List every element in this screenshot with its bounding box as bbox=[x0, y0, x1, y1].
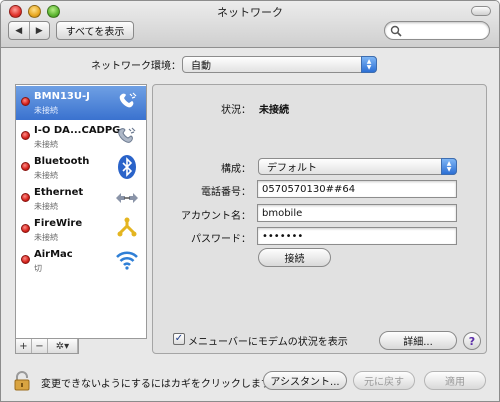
status-label: 状況： bbox=[221, 105, 251, 116]
lock-icon[interactable] bbox=[13, 371, 31, 391]
account-label: アカウント名： bbox=[181, 211, 251, 222]
revert-button[interactable]: 元に戻す bbox=[353, 371, 415, 390]
password-field[interactable]: ••••••• bbox=[257, 227, 457, 245]
status-value: 未接続 bbox=[259, 105, 289, 116]
service-list-controls: + − ✲▾ bbox=[15, 339, 79, 354]
menubar-status-label: メニューバーにモデムの状況を表示 bbox=[188, 337, 348, 348]
apply-button[interactable]: 適用 bbox=[424, 371, 486, 390]
service-name: AirMac bbox=[34, 249, 73, 260]
account-name-field[interactable]: bmobile bbox=[257, 204, 457, 222]
network-preferences-window: ネットワーク ◀ ▶ すべてを表示 ネットワーク環境： 自動 ▲ ▼ BMN13U… bbox=[0, 0, 500, 402]
service-name: I-O DA...CADPG bbox=[34, 125, 121, 136]
status-red-dot bbox=[21, 131, 30, 140]
phone-number-field[interactable]: 0570570130##64 bbox=[257, 180, 457, 198]
service-item-io-data[interactable]: I-O DA...CADPG 未接続 bbox=[16, 120, 146, 154]
service-item-bmn13u-j[interactable]: BMN13U-J 未接続 bbox=[16, 86, 146, 120]
bluetooth-icon bbox=[118, 155, 136, 179]
service-name: BMN13U-J bbox=[34, 91, 90, 102]
config-value: デフォルト bbox=[267, 163, 317, 174]
remove-service-button[interactable]: − bbox=[32, 339, 48, 353]
toolbar-toggle-button[interactable] bbox=[471, 6, 491, 16]
firewire-icon bbox=[117, 217, 137, 237]
help-button[interactable]: ? bbox=[463, 332, 481, 350]
service-name: FireWire bbox=[34, 218, 83, 229]
config-popup[interactable]: デフォルト ▲ ▼ bbox=[258, 158, 457, 175]
menubar-status-checkbox[interactable]: ✓ bbox=[173, 333, 185, 345]
location-label: ネットワーク環境： bbox=[91, 61, 181, 72]
connect-button[interactable]: 接続 bbox=[258, 248, 331, 267]
service-item-ethernet[interactable]: Ethernet 未接続 bbox=[16, 182, 146, 216]
config-label: 構成： bbox=[221, 164, 251, 175]
service-item-firewire[interactable]: FireWire 未接続 bbox=[16, 213, 146, 247]
service-status: 未接続 bbox=[34, 171, 58, 180]
ethernet-icon bbox=[116, 193, 138, 203]
search-icon bbox=[390, 25, 402, 37]
service-item-bluetooth[interactable]: Bluetooth 未接続 bbox=[16, 151, 146, 185]
airmac-icon bbox=[116, 251, 138, 270]
status-red-dot bbox=[21, 193, 30, 202]
status-red-dot bbox=[21, 162, 30, 171]
service-status: 未接続 bbox=[34, 202, 58, 211]
popup-arrows-icon: ▲ ▼ bbox=[361, 56, 377, 73]
location-value: 自動 bbox=[191, 61, 211, 72]
status-red-dot bbox=[21, 255, 30, 264]
phone-modem-icon bbox=[118, 127, 136, 143]
window-title: ネットワーク bbox=[217, 6, 283, 19]
phone-label: 電話番号： bbox=[201, 187, 251, 198]
service-name: Ethernet bbox=[34, 187, 84, 198]
status-red-dot bbox=[21, 224, 30, 233]
phone-modem-icon bbox=[119, 92, 137, 108]
show-all-button[interactable]: すべてを表示 bbox=[56, 21, 134, 40]
lock-message: 変更できないようにするにはカギをクリックします。 bbox=[41, 379, 280, 390]
back-button[interactable]: ◀ bbox=[9, 22, 30, 39]
add-service-button[interactable]: + bbox=[16, 339, 32, 353]
service-status: 未接続 bbox=[34, 106, 58, 115]
service-status: 未接続 bbox=[34, 233, 58, 242]
service-status: 未接続 bbox=[34, 140, 58, 149]
service-status: 切 bbox=[34, 264, 42, 273]
advanced-button[interactable]: 詳細... bbox=[379, 331, 457, 350]
service-item-airmac[interactable]: AirMac 切 bbox=[16, 244, 146, 278]
status-red-dot bbox=[21, 97, 30, 106]
gear-icon[interactable]: ✲▾ bbox=[48, 339, 78, 353]
popup-arrows-icon: ▲ ▼ bbox=[441, 158, 457, 175]
service-list: BMN13U-J 未接続 I-O DA...CADPG 未接続 Bluetoot… bbox=[15, 84, 147, 339]
forward-button[interactable]: ▶ bbox=[30, 22, 50, 39]
service-name: Bluetooth bbox=[34, 156, 90, 167]
location-popup[interactable]: 自動 ▲ ▼ bbox=[182, 56, 377, 73]
back-forward-control: ◀ ▶ bbox=[8, 21, 50, 40]
search-input[interactable] bbox=[384, 21, 490, 40]
password-label: パスワード： bbox=[191, 234, 251, 245]
assistant-button[interactable]: アシスタント... bbox=[263, 371, 347, 390]
title-bar: ネットワーク ◀ ▶ すべてを表示 bbox=[1, 1, 499, 48]
